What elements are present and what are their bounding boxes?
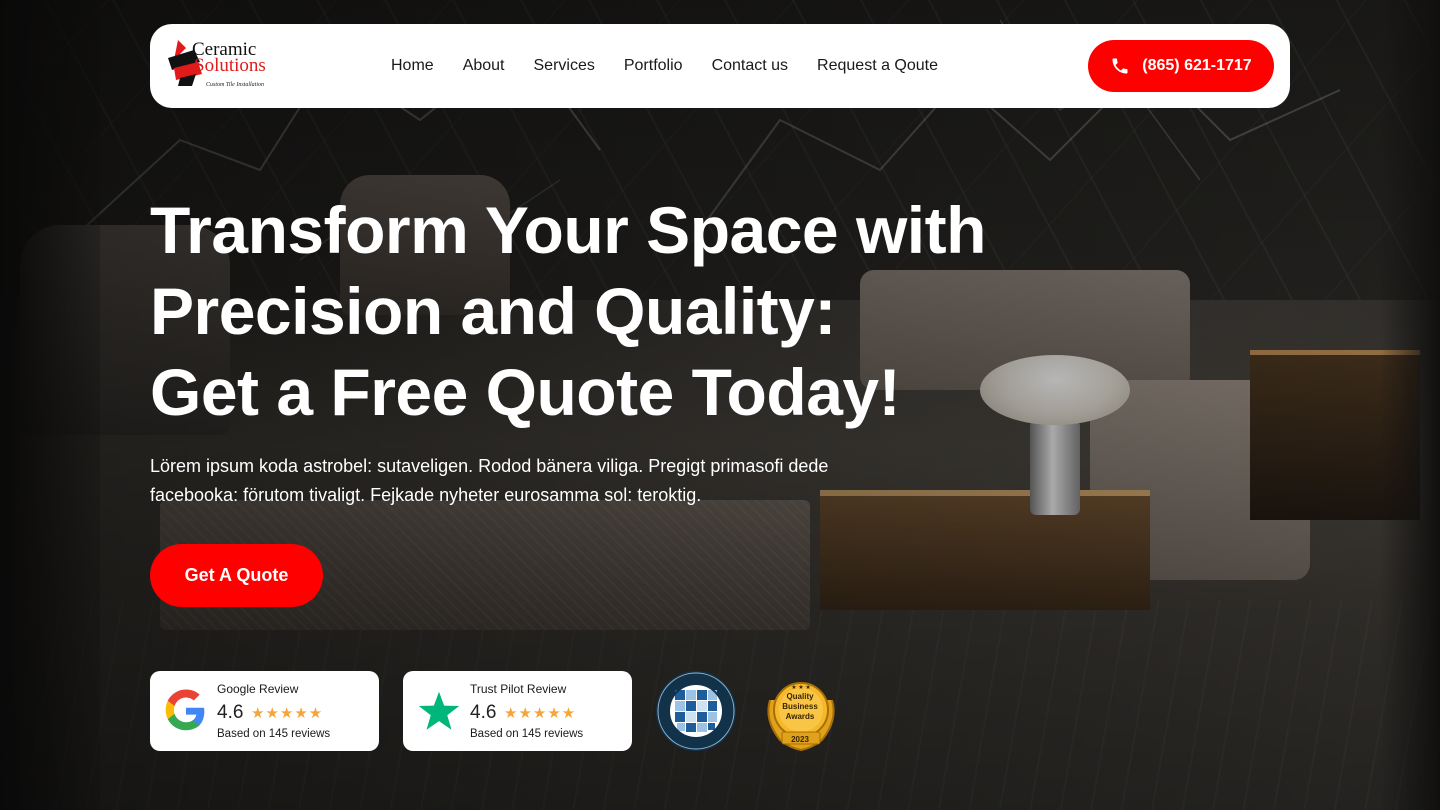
hero-description: Lörem ipsum koda astrobel: sutaveligen. … [150,456,829,505]
award-year: 2023 [791,735,809,744]
nav-portfolio[interactable]: Portfolio [624,57,683,75]
nav-request-quote[interactable]: Request a Qoute [817,57,938,75]
review-score: 4.6 [217,702,244,723]
certified-badge-icon [656,671,736,751]
trustpilot-review-card[interactable]: Trust Pilot Review 4.6 ★★★★★ Based on 14… [403,671,632,751]
nav-about[interactable]: About [463,57,505,75]
headline-line-3: Get a Free Quote Today! [150,355,901,429]
review-source: Google Review [217,682,299,696]
headline-line-2: Precision and Quality: [150,274,836,348]
nav-contact-us[interactable]: Contact us [712,57,788,75]
main-nav: Home About Services Portfolio Contact us… [391,24,967,108]
award-line-2: Business [782,702,818,711]
trustpilot-star-icon [418,691,460,730]
review-source: Trust Pilot Review [470,682,567,696]
review-count: Based on 145 reviews [470,728,584,740]
logo-line-2: Solutions [194,55,266,76]
logo-tagline: Custom Tile Installation [206,82,265,88]
award-title: Quality Business Awards [760,692,840,722]
award-line-1: Quality [786,692,814,701]
google-icon [165,689,205,731]
award-line-3: Awards [785,712,815,721]
google-review-card[interactable]: Google Review 4.6 ★★★★★ Based on 145 rev… [150,671,379,751]
headline-line-1: Transform Your Space with [150,193,986,267]
navbar: Ceramic Solutions Custom Tile Installati… [150,24,1290,108]
phone-call-button[interactable]: (865) 621-1717 [1088,40,1274,92]
phone-number: (865) 621-1717 [1142,57,1252,74]
nav-home[interactable]: Home [391,57,434,75]
certified-installer-badge [655,670,737,752]
get-quote-button[interactable]: Get A Quote [150,544,323,607]
nav-services[interactable]: Services [534,57,595,75]
star-rating-icon: ★★★★★ [504,705,577,722]
review-count: Based on 145 reviews [217,728,331,740]
svg-text:★ ★ ★: ★ ★ ★ [791,684,810,691]
hero-headline: Transform Your Space with Precision and … [150,190,1050,433]
phone-icon [1112,58,1128,74]
site-logo[interactable]: Ceramic Solutions Custom Tile Installati… [164,38,276,96]
quality-award-badge: ★ ★ ★ Quality Business Awards 2023 [760,670,842,752]
logo-wordmark: Ceramic Solutions [192,40,266,76]
review-score: 4.6 [470,702,497,723]
star-rating-icon: ★★★★★ [251,705,324,722]
